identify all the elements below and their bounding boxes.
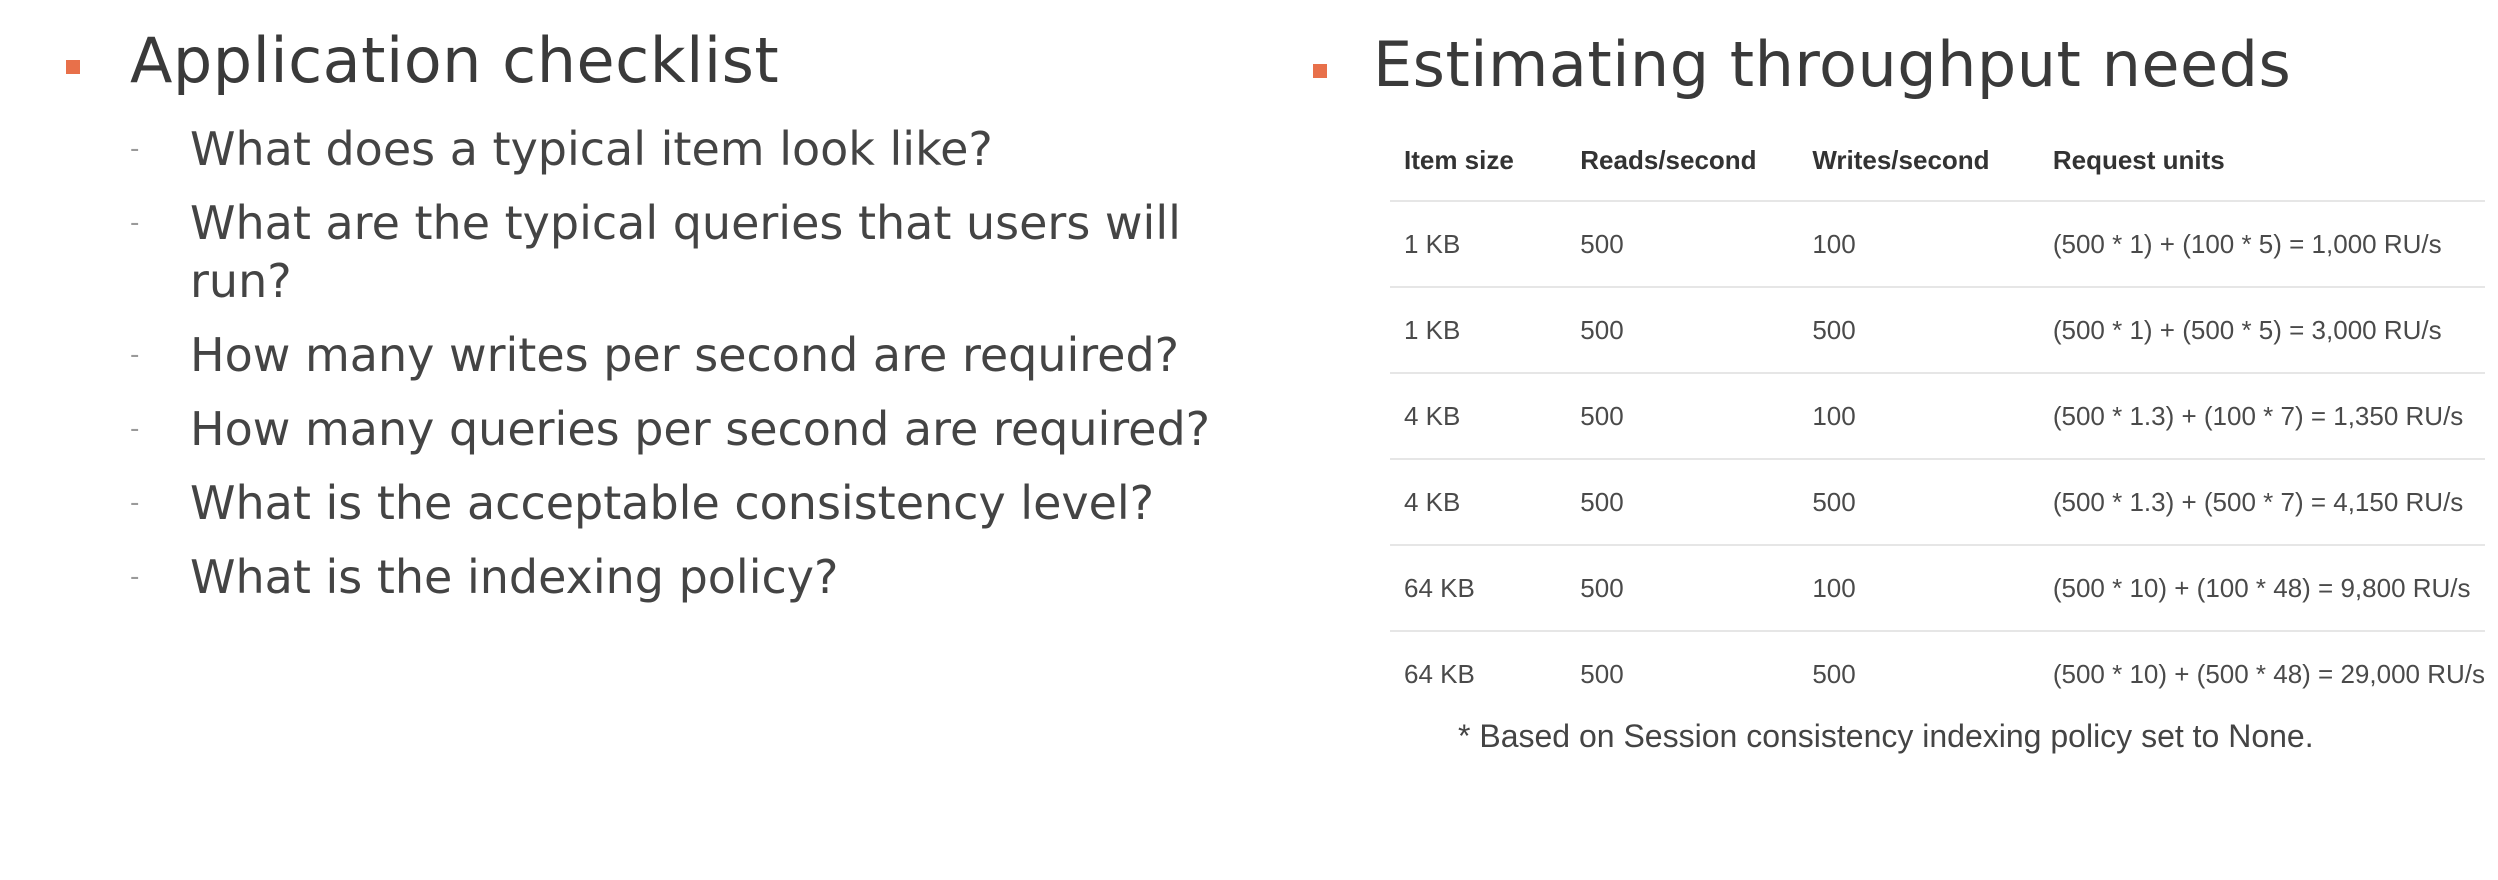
table-row: 1 KB 500 100 (500 * 1) + (100 * 5) = 1,0…: [1390, 201, 2485, 288]
cell-reads: 500: [1580, 658, 1624, 689]
checklist-item-text: What is the acceptable consistency level…: [190, 476, 1155, 530]
checklist-item: - What are the typical queries that user…: [130, 194, 1280, 310]
checklist-item-text: What are the typical queries that users …: [190, 196, 1181, 308]
checklist-item-text: How many writes per second are required?: [190, 328, 1180, 382]
cell-writes: 100: [1798, 201, 2039, 288]
table-row: 4 KB 500 100 (500 * 1.3) + (100 * 7) = 1…: [1390, 373, 2485, 460]
dash-bullet-icon: -: [130, 208, 140, 238]
cell-item-size: 4 KB: [1390, 459, 1567, 546]
checklist-item-text: What is the indexing policy?: [190, 550, 839, 604]
cell-request-units: (500 * 1) + (500 * 5) = 3,000 RU/s: [2038, 287, 2485, 374]
table-header-row: Item size Reads/second Writes/second Req…: [1390, 120, 2485, 202]
dash-bullet-icon: -: [130, 488, 140, 518]
cell-reads: 500: [1566, 459, 1799, 546]
cell-request-units: (500 * 1) + (100 * 5) = 1,000 RU/s: [2038, 201, 2485, 288]
header-reads-per-second: Reads/second: [1566, 120, 1799, 202]
header-item-size: Item size: [1390, 120, 1567, 202]
checklist-item-text: What does a typical item look like?: [190, 122, 993, 176]
cell-writes: 500: [1798, 459, 2039, 546]
cell-writes: 100: [1798, 373, 2039, 460]
checklist-item-text: How many queries per second are required…: [190, 402, 1211, 456]
cell-reads: 500: [1566, 201, 1799, 288]
left-title: Application checklist: [130, 24, 780, 97]
table-row: 64 KB 500 100 (500 * 10) + (100 * 48) = …: [1390, 545, 2485, 632]
cell-reads: 500: [1566, 287, 1799, 374]
cell-reads: 500: [1566, 373, 1799, 460]
cell-request-units: (500 * 1.3) + (100 * 7) = 1,350 RU/s: [2038, 373, 2485, 460]
checklist: - What does a typical item look like? - …: [130, 120, 1280, 622]
checklist-item: - How many queries per second are requir…: [130, 400, 1280, 458]
throughput-table: Item size Reads/second Writes/second Req…: [1390, 120, 2485, 716]
cell-item-size: 1 KB: [1390, 287, 1567, 374]
cell-request-units: (500 * 1.3) + (500 * 7) = 4,150 RU/s: [2038, 459, 2485, 546]
cell-request-units: (500 * 10) + (100 * 48) = 9,800 RU/s: [2038, 545, 2485, 632]
cell-item-size: 64 KB: [1404, 658, 1475, 689]
dash-bullet-icon: -: [130, 414, 140, 444]
checklist-item: - What is the indexing policy?: [130, 548, 1280, 606]
right-title: Estimating throughput needs: [1373, 28, 2292, 101]
dash-bullet-icon: -: [130, 562, 140, 592]
dash-bullet-icon: -: [130, 340, 140, 370]
left-title-bullet: [66, 60, 80, 74]
checklist-item: - How many writes per second are require…: [130, 326, 1280, 384]
cell-request-units: (500 * 10) + (500 * 48) = 29,000 RU/s: [2052, 658, 2485, 689]
cell-item-size: 1 KB: [1390, 201, 1567, 288]
cell-writes: 500: [1798, 287, 2039, 374]
checklist-item: - What does a typical item look like?: [130, 120, 1280, 178]
cell-reads: 500: [1566, 545, 1799, 632]
cell-writes: 500: [1812, 658, 1856, 689]
cell-writes: 100: [1798, 545, 2039, 632]
header-writes-per-second: Writes/second: [1798, 120, 2039, 202]
dash-bullet-icon: -: [130, 134, 140, 164]
cell-item-size: 64 KB: [1390, 545, 1567, 632]
checklist-item: - What is the acceptable consistency lev…: [130, 474, 1280, 532]
cell-item-size: 4 KB: [1390, 373, 1567, 460]
right-title-bullet: [1313, 64, 1327, 78]
table-row: 1 KB 500 500 (500 * 1) + (500 * 5) = 3,0…: [1390, 287, 2485, 374]
table-footnote: * Based on Session consistency indexing …: [1458, 718, 2314, 754]
table-row: 4 KB 500 500 (500 * 1.3) + (500 * 7) = 4…: [1390, 459, 2485, 546]
table-row: 64 KB 500 500 (500 * 10) + (500 * 48) = …: [1390, 631, 2485, 716]
header-request-units: Request units: [2038, 120, 2485, 202]
